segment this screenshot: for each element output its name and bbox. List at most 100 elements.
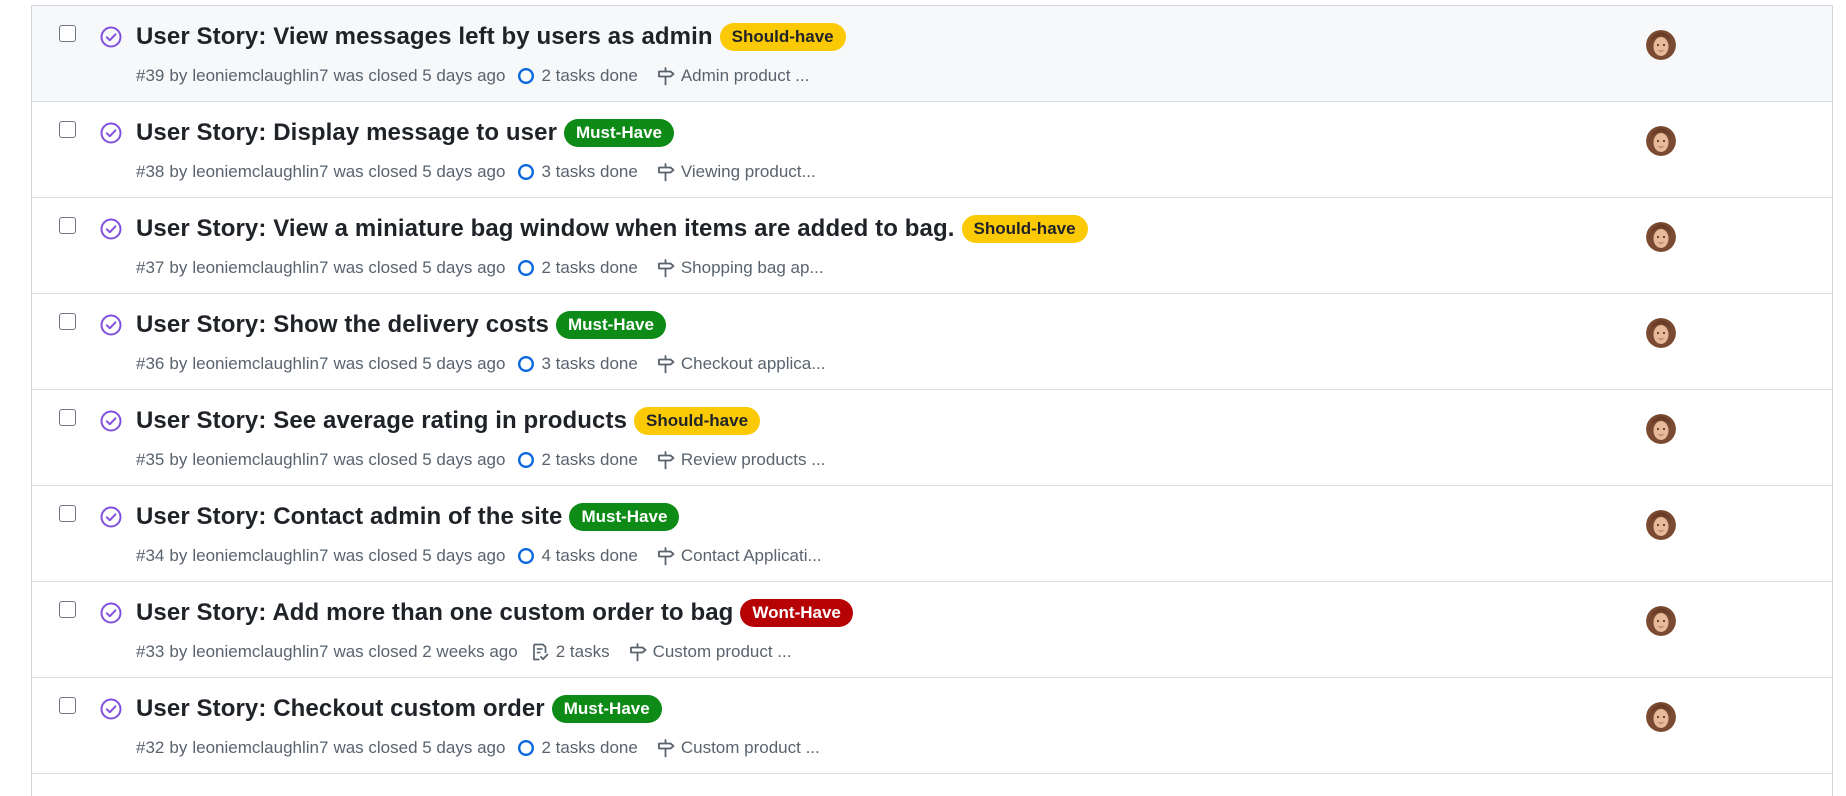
assignee-avatar[interactable]: [1646, 606, 1676, 636]
select-checkbox[interactable]: [59, 25, 76, 42]
closed-status: was closed 5 days ago: [333, 354, 506, 373]
author-link[interactable]: leoniemclaughlin7: [192, 450, 328, 470]
issue-number: #32: [136, 738, 165, 757]
priority-label[interactable]: Should-have: [719, 23, 846, 51]
author-link[interactable]: leoniemclaughlin7: [192, 66, 328, 86]
issue-title-link[interactable]: User Story: Display message to user: [136, 119, 557, 147]
assignee-avatar[interactable]: [1646, 510, 1676, 540]
by-text: by: [169, 738, 188, 757]
priority-label[interactable]: Must-Have: [569, 503, 680, 531]
assignee-avatar[interactable]: [1646, 414, 1676, 444]
priority-label[interactable]: Must-Have: [564, 119, 674, 147]
tasks-text: 3 tasks done: [541, 354, 638, 373]
issue-row[interactable]: User Story: View messages left by users …: [32, 6, 1832, 102]
issue-number: #36: [136, 354, 165, 373]
author-link[interactable]: leoniemclaughlin7: [192, 546, 328, 566]
milestone-link[interactable]: Custom product ...: [656, 738, 820, 758]
milestone-link[interactable]: Contact Applicati...: [656, 546, 822, 566]
tasks-text: 4 tasks done: [541, 546, 638, 565]
issue-number: #34: [136, 546, 165, 565]
tasks-text: 2 tasks done: [541, 66, 638, 85]
milestone-link[interactable]: Viewing product...: [656, 162, 816, 182]
progress-circle-icon: [518, 163, 535, 181]
closed-issue-icon: [100, 698, 122, 720]
issue-title-link[interactable]: User Story: Contact admin of the site: [136, 503, 562, 531]
issue-title-link[interactable]: User Story: Show the delivery costs: [136, 311, 549, 339]
author-link[interactable]: leoniemclaughlin7: [192, 738, 328, 758]
tasks-status: 2 tasks done: [517, 66, 638, 86]
milestone-icon: [657, 547, 675, 566]
author-link[interactable]: leoniemclaughlin7: [192, 642, 328, 662]
priority-label[interactable]: Must-Have: [555, 311, 666, 339]
priority-label[interactable]: Must-Have: [551, 695, 662, 723]
milestone-text: Custom product ...: [680, 738, 820, 757]
author-link[interactable]: leoniemclaughlin7: [192, 258, 328, 278]
select-checkbox[interactable]: [59, 697, 76, 714]
issue-row[interactable]: User Story: Show the delivery costs Must…: [32, 294, 1832, 390]
milestone-icon: [657, 451, 675, 470]
select-checkbox[interactable]: [59, 505, 76, 522]
closed-status: was closed 5 days ago: [333, 546, 506, 565]
by-text: by: [169, 66, 188, 85]
issue-row[interactable]: User Story: Contact admin of the site Mu…: [32, 486, 1832, 582]
avatar-face-icon: [1646, 126, 1676, 156]
issue-number: #37: [136, 258, 165, 277]
milestone-link[interactable]: Review products ...: [656, 450, 825, 470]
avatar-face-icon: [1646, 702, 1676, 732]
closed-status: was closed 5 days ago: [333, 258, 506, 277]
select-checkbox[interactable]: [59, 217, 76, 234]
milestone-link[interactable]: Admin product ...: [656, 66, 809, 86]
issue-title-link[interactable]: User Story: See average rating in produc…: [136, 407, 627, 435]
issue-meta: #37 by leoniemclaughlin7 was closed 5 da…: [136, 258, 824, 278]
issue-row[interactable]: User Story: Checkout custom order Must-H…: [32, 678, 1832, 774]
select-checkbox[interactable]: [59, 409, 76, 426]
priority-label[interactable]: Wont-Have: [740, 599, 853, 627]
issue-row[interactable]: User Story: Display message to user Must…: [32, 102, 1832, 198]
by-text: by: [169, 162, 188, 181]
issue-title-link[interactable]: User Story: Checkout custom order: [136, 695, 545, 723]
issue-row[interactable]: User Story: Add more than one custom ord…: [32, 582, 1832, 678]
milestone-text: Shopping bag ap...: [680, 258, 824, 277]
milestone-link[interactable]: Shopping bag ap...: [656, 258, 824, 278]
closed-status: was closed 2 weeks ago: [333, 642, 518, 661]
issue-title-link[interactable]: User Story: Add more than one custom ord…: [136, 599, 733, 627]
avatar-face-icon: [1646, 510, 1676, 540]
assignee-avatar[interactable]: [1646, 126, 1676, 156]
issue-number: #35: [136, 450, 165, 469]
issue-row[interactable]: User Story: View a miniature bag window …: [32, 198, 1832, 294]
author-link[interactable]: leoniemclaughlin7: [192, 354, 328, 374]
issue-title-link[interactable]: User Story: View messages left by users …: [136, 23, 713, 51]
milestone-text: Contact Applicati...: [680, 546, 822, 565]
issue-meta: #36 by leoniemclaughlin7 was closed 5 da…: [136, 354, 825, 374]
milestone-icon: [657, 259, 675, 278]
issue-number: #33: [136, 642, 165, 661]
select-checkbox[interactable]: [59, 313, 76, 330]
select-checkbox[interactable]: [59, 121, 76, 138]
progress-circle-icon: [518, 67, 535, 85]
closed-status: was closed 5 days ago: [333, 738, 506, 757]
tasks-text: 2 tasks done: [541, 258, 638, 277]
assignee-avatar[interactable]: [1646, 222, 1676, 252]
issue-number: #39: [136, 66, 165, 85]
by-text: by: [169, 354, 188, 373]
issue-title-link[interactable]: User Story: View a miniature bag window …: [136, 215, 955, 243]
assignee-avatar[interactable]: [1646, 702, 1676, 732]
avatar-face-icon: [1646, 30, 1676, 60]
milestone-link[interactable]: Checkout applica...: [656, 354, 825, 374]
priority-label[interactable]: Should-have: [961, 215, 1088, 243]
tasks-status: 4 tasks done: [517, 546, 638, 566]
select-checkbox[interactable]: [59, 601, 76, 618]
closed-issue-icon: [100, 26, 122, 48]
closed-issue-icon: [100, 506, 122, 528]
closed-issue-icon: [100, 602, 122, 624]
issue-row[interactable]: User Story: See average rating in produc…: [32, 390, 1832, 486]
priority-label[interactable]: Should-have: [634, 407, 761, 435]
author-link[interactable]: leoniemclaughlin7: [192, 162, 328, 182]
avatar-face-icon: [1646, 606, 1676, 636]
assignee-avatar[interactable]: [1646, 30, 1676, 60]
closed-issue-icon: [100, 314, 122, 336]
milestone-link[interactable]: Custom product ...: [628, 642, 791, 662]
issue-number: #38: [136, 162, 165, 181]
progress-circle-icon: [518, 451, 535, 469]
assignee-avatar[interactable]: [1646, 318, 1676, 348]
